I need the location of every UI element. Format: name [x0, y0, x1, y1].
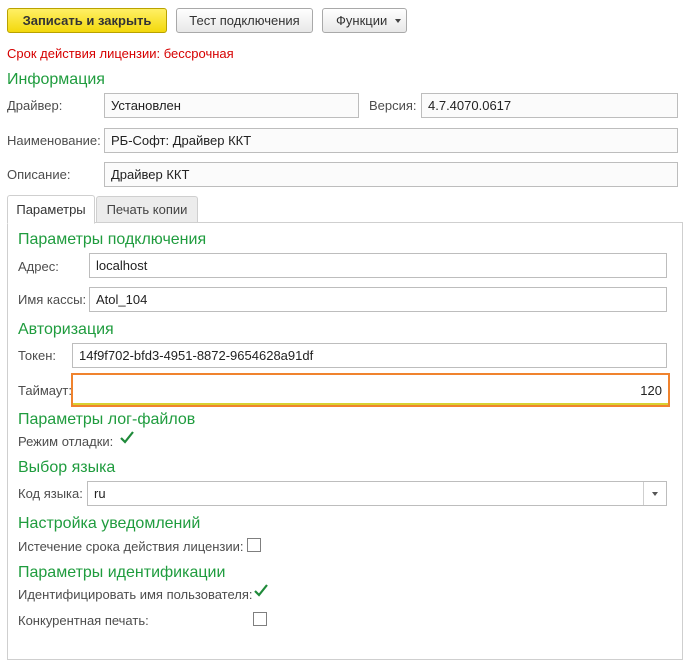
- license-expiry-label: Истечение срока действия лицензии:: [18, 539, 244, 554]
- description-label: Описание:: [7, 167, 71, 182]
- name-field: РБ-Софт: Драйвер ККТ: [104, 128, 678, 153]
- timeout-input[interactable]: 120: [71, 373, 670, 407]
- driver-label: Драйвер:: [7, 98, 63, 113]
- version-field: 4.7.4070.0617: [421, 93, 678, 118]
- concurrent-print-checkbox[interactable]: [253, 612, 267, 626]
- notifications-section-title: Настройка уведомлений: [18, 515, 201, 532]
- timeout-label: Таймаут:: [18, 383, 72, 398]
- tab-print-copy[interactable]: Печать копии: [96, 196, 198, 222]
- dropdown-arrow-icon: [395, 19, 401, 23]
- checkmark-icon: [120, 431, 134, 444]
- test-connection-button[interactable]: Тест подключения: [176, 8, 313, 33]
- concurrent-print-label: Конкурентная печать:: [18, 613, 149, 628]
- language-code-value: ru: [94, 486, 106, 501]
- address-label: Адрес:: [18, 259, 59, 274]
- name-label: Наименование:: [7, 133, 101, 148]
- address-input[interactable]: localhost: [89, 253, 667, 278]
- functions-label: Функции: [336, 13, 388, 28]
- save-and-close-button[interactable]: Записать и закрыть: [7, 8, 167, 33]
- language-dropdown-button[interactable]: [643, 482, 666, 505]
- tab-parameters[interactable]: Параметры: [7, 195, 95, 224]
- identify-user-label: Идентифицировать имя пользователя:: [18, 587, 253, 602]
- functions-menu-button[interactable]: Функции: [322, 8, 407, 33]
- driver-field: Установлен: [104, 93, 359, 118]
- license-expiry-checkbox[interactable]: [247, 538, 261, 552]
- token-input[interactable]: 14f9f702-bfd3-4951-8872-9654628a91df: [72, 343, 667, 368]
- license-notice: Срок действия лицензии: бессрочная: [7, 46, 234, 61]
- register-name-input[interactable]: Atol_104: [89, 287, 667, 312]
- info-section-title: Информация: [7, 71, 105, 88]
- connection-section-title: Параметры подключения: [18, 231, 207, 248]
- language-code-label: Код языка:: [18, 486, 83, 501]
- register-name-label: Имя кассы:: [18, 292, 87, 307]
- auth-section-title: Авторизация: [18, 321, 114, 338]
- token-label: Токен:: [18, 348, 57, 363]
- checkmark-icon: [254, 584, 268, 597]
- debug-mode-checkbox[interactable]: [119, 431, 134, 447]
- description-field: Драйвер ККТ: [104, 162, 678, 187]
- language-section-title: Выбор языка: [18, 459, 116, 476]
- version-label: Версия:: [369, 98, 417, 113]
- identify-user-checkbox[interactable]: [253, 584, 268, 600]
- debug-mode-label: Режим отладки:: [18, 434, 114, 449]
- identification-section-title: Параметры идентификации: [18, 564, 226, 581]
- logs-section-title: Параметры лог-файлов: [18, 411, 196, 428]
- chevron-down-icon: [652, 491, 658, 496]
- language-code-select[interactable]: ru: [87, 481, 667, 506]
